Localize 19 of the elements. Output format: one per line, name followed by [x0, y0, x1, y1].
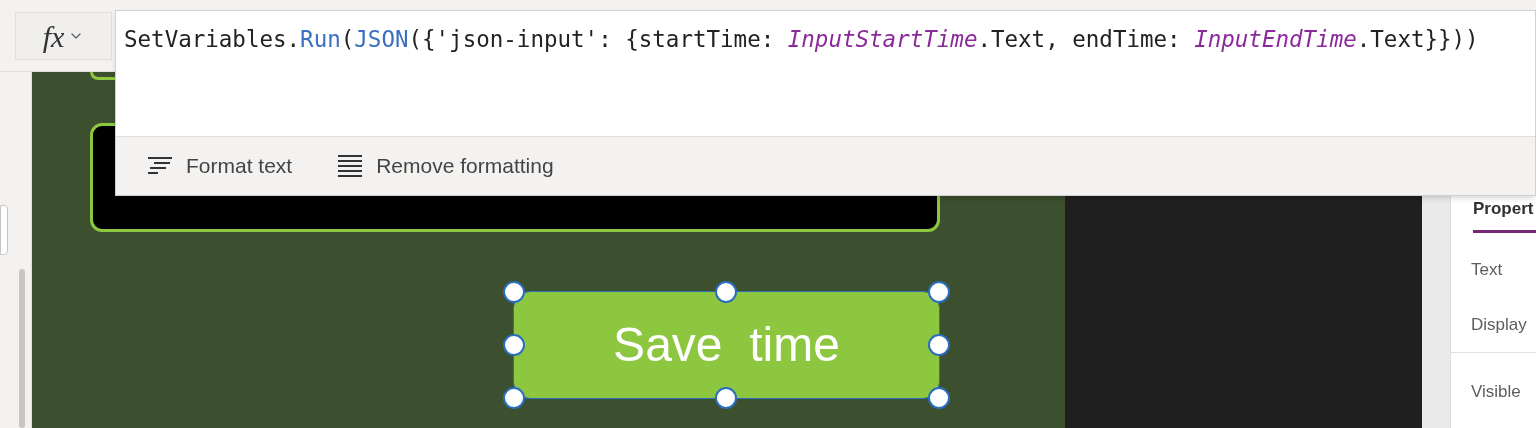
resize-handle[interactable] [928, 281, 950, 303]
resize-handle[interactable] [503, 281, 525, 303]
format-text-icon [146, 155, 174, 177]
scrollbar[interactable] [19, 269, 25, 428]
function-button[interactable]: fx [15, 12, 112, 60]
input-field[interactable] [0, 205, 8, 255]
property-label: Display [1471, 314, 1528, 336]
resize-handle[interactable] [928, 387, 950, 409]
resize-handle[interactable] [715, 281, 737, 303]
resize-handle[interactable] [503, 334, 525, 356]
resize-handle[interactable] [928, 334, 950, 356]
resize-handle[interactable] [715, 387, 737, 409]
resize-handle[interactable] [503, 387, 525, 409]
formula-input[interactable]: SetVariables.Run(JSON({'json-input': {startTime: InputStartTime.Text, endTime: InputEndTime.Text}})) [116, 11, 1535, 136]
toolbar-button[interactable]: Remove formatting [336, 150, 554, 182]
property-label: Visible [1471, 380, 1522, 403]
align-lines-icon [336, 154, 365, 178]
property-label: Text [1471, 258, 1504, 281]
toolbar-button[interactable]: Format text [146, 150, 293, 182]
